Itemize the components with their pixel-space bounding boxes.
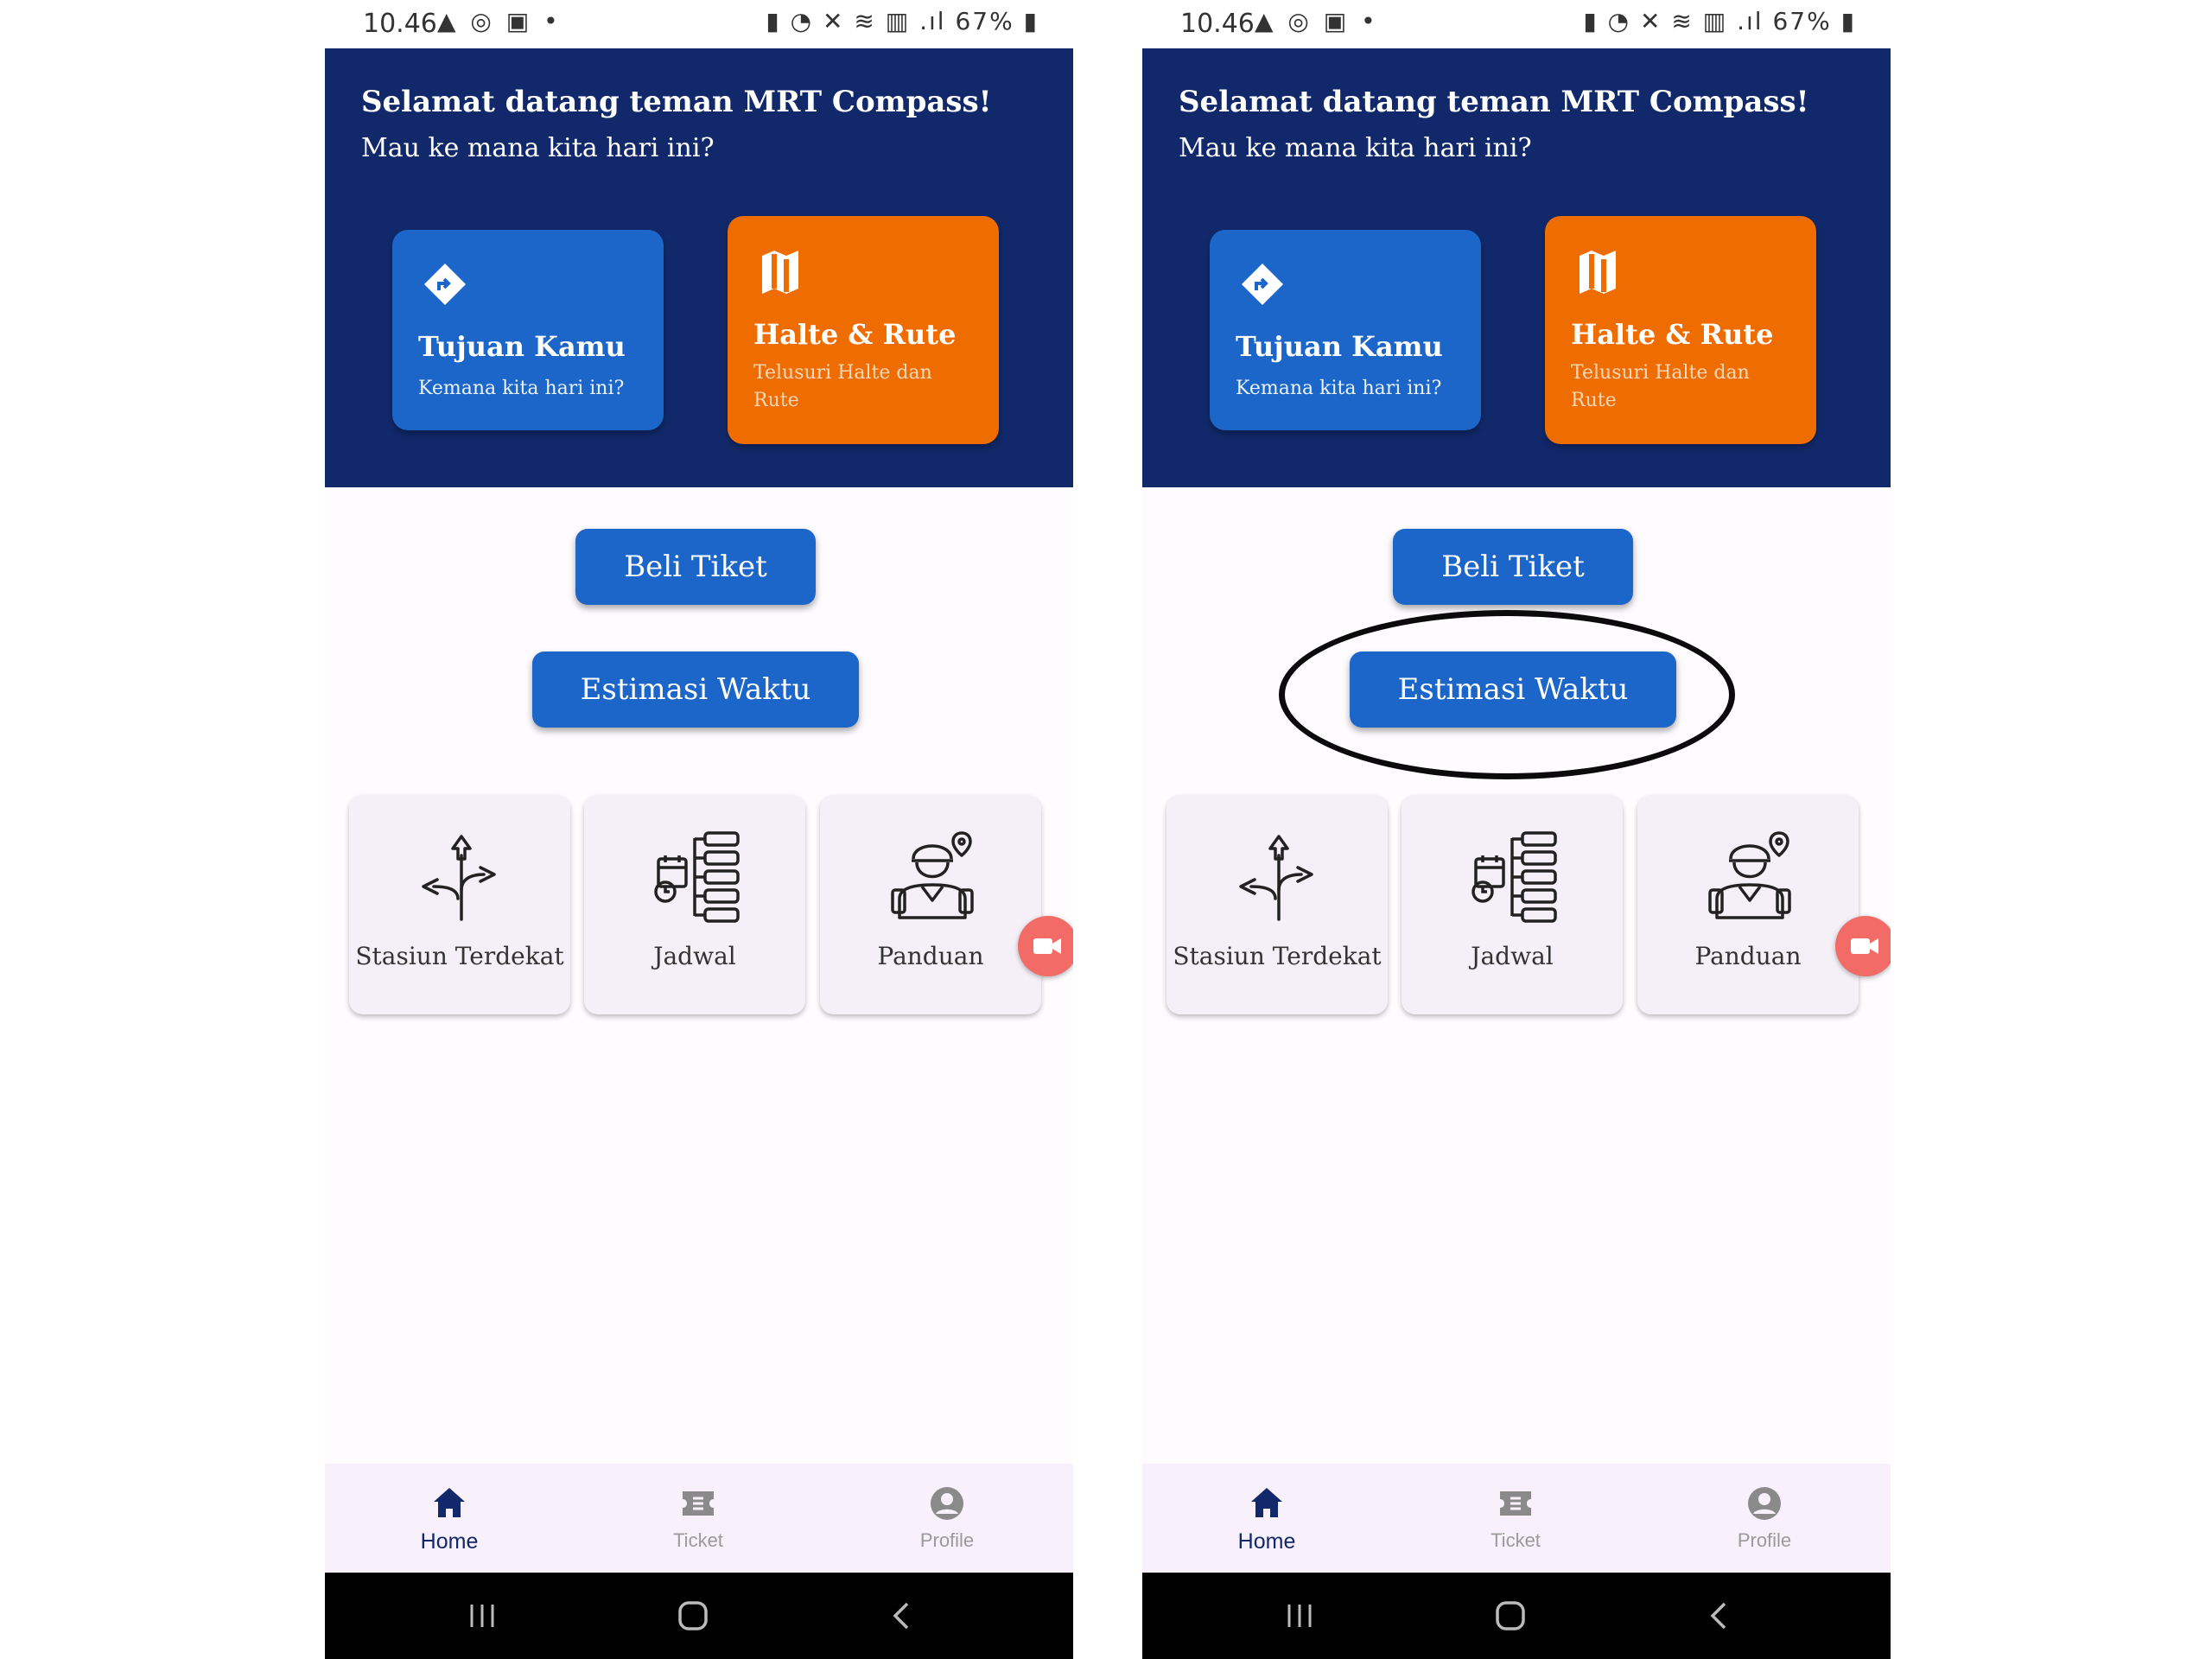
bottom-navigation: Home Ticket Profile: [1142, 1464, 1891, 1573]
tile-label: Panduan: [1694, 942, 1802, 970]
welcome-subtitle: Mau ke mana kita hari ini?: [361, 133, 715, 163]
ticket-icon: [1500, 1491, 1531, 1516]
buy-ticket-button[interactable]: Beli Tiket: [575, 529, 816, 605]
destination-card-title: Tujuan Kamu: [1236, 330, 1443, 363]
nav-ticket[interactable]: Ticket: [620, 1484, 776, 1552]
nav-label: Ticket: [673, 1529, 723, 1551]
tile-guide[interactable]: Panduan: [1637, 795, 1859, 1014]
back-button[interactable]: [1668, 1573, 1771, 1659]
destination-card-subtitle: Kemana kita hari ini?: [418, 378, 625, 399]
tile-nearest-station[interactable]: Stasiun Terdekat: [1166, 795, 1388, 1014]
back-icon: [1710, 1602, 1726, 1630]
schedule-icon: [1471, 831, 1557, 923]
guide-icon: [891, 831, 974, 919]
guide-icon: [1708, 831, 1791, 919]
camera-icon: [1033, 938, 1061, 954]
nav-label: Profile: [919, 1529, 975, 1551]
home-circle-icon: [1496, 1601, 1525, 1630]
routes-card-subtitle: Telusuri Halte dan Rute: [753, 362, 932, 411]
home-circle-icon: [678, 1601, 708, 1630]
nav-profile[interactable]: Profile: [1687, 1484, 1842, 1552]
routes-card-title: Halte & Rute: [753, 318, 957, 351]
tile-label: Jadwal: [1471, 942, 1554, 970]
profile-icon: [931, 1487, 963, 1520]
nav-profile[interactable]: Profile: [869, 1484, 1025, 1552]
floating-camera-button[interactable]: [1835, 916, 1891, 976]
recents-icon: [470, 1605, 494, 1627]
welcome-title: Selamat datang teman MRT Compass!: [1179, 85, 1809, 119]
destination-card-subtitle: Kemana kita hari ini?: [1236, 378, 1442, 399]
status-bar: 10.46 ▲ ◎ ▣ • ▮ ◔ ✕ ≋ ▥ .ıl 67% ▮: [325, 0, 1073, 48]
map-icon: [762, 251, 798, 294]
welcome-header: Selamat datang teman MRT Compass! Mau ke…: [325, 48, 1073, 487]
nav-ticket[interactable]: Ticket: [1438, 1484, 1593, 1552]
directions-icon: [423, 263, 467, 306]
system-navigation-bar: [325, 1573, 1073, 1659]
nav-label: Home: [420, 1529, 479, 1554]
destination-card[interactable]: Tujuan Kamu Kemana kita hari ini?: [392, 230, 664, 430]
status-time: 10.46: [1180, 9, 1255, 39]
home-icon: [434, 1488, 465, 1517]
tile-label: Stasiun Terdekat: [355, 942, 564, 970]
battery-level: 67%: [1772, 7, 1832, 35]
camera-icon: [1851, 938, 1878, 954]
back-button[interactable]: [850, 1573, 954, 1659]
highlight-ellipse-annotation: [1279, 610, 1735, 779]
notification-icons: ▲ ◎ ▣ •: [437, 7, 562, 35]
routes-card-subtitle: Telusuri Halte dan Rute: [1571, 362, 1750, 411]
system-navigation-bar: [1142, 1573, 1891, 1659]
nav-label: Ticket: [1491, 1529, 1541, 1551]
nav-label: Home: [1237, 1529, 1296, 1554]
status-bar: 10.46 ▲ ◎ ▣ • ▮ ◔ ✕ ≋ ▥ .ıl 67% ▮: [1142, 0, 1891, 48]
tile-schedule[interactable]: Jadwal: [1402, 795, 1623, 1014]
directions-icon: [1241, 263, 1284, 306]
status-time: 10.46: [363, 9, 437, 39]
routes-card[interactable]: Halte & Rute Telusuri Halte dan Rute: [728, 216, 999, 444]
buy-ticket-button[interactable]: Beli Tiket: [1393, 529, 1633, 605]
destination-card[interactable]: Tujuan Kamu Kemana kita hari ini?: [1210, 230, 1481, 430]
tile-nearest-station[interactable]: Stasiun Terdekat: [349, 795, 570, 1014]
map-icon: [1580, 251, 1616, 294]
system-status-icons: ▮ ◔ ✕ ≋ ▥ .ıl 67% ▮: [766, 7, 1039, 35]
bottom-navigation: Home Ticket Profile: [325, 1464, 1073, 1573]
tile-label: Jadwal: [653, 942, 736, 970]
recent-apps-button[interactable]: [1248, 1573, 1351, 1659]
destination-card-title: Tujuan Kamu: [418, 330, 626, 363]
routes-card[interactable]: Halte & Rute Telusuri Halte dan Rute: [1545, 216, 1816, 444]
notification-icons: ▲ ◎ ▣ •: [1255, 7, 1379, 35]
ticket-icon: [683, 1491, 714, 1516]
profile-icon: [1748, 1487, 1781, 1520]
home-system-button[interactable]: [1459, 1573, 1562, 1659]
phone-screen-right: 10.46 ▲ ◎ ▣ • ▮ ◔ ✕ ≋ ▥ .ıl 67% ▮ Selama…: [1142, 0, 1891, 1659]
floating-camera-button[interactable]: [1018, 916, 1073, 976]
recent-apps-button[interactable]: [430, 1573, 534, 1659]
estimate-time-button[interactable]: Estimasi Waktu: [532, 652, 859, 728]
schedule-icon: [654, 831, 740, 923]
phone-screen-left: 10.46 ▲ ◎ ▣ • ▮ ◔ ✕ ≋ ▥ .ıl 67% ▮ Selama…: [325, 0, 1073, 1659]
signpost-icon: [1239, 835, 1313, 921]
system-status-icons: ▮ ◔ ✕ ≋ ▥ .ıl 67% ▮: [1583, 7, 1856, 35]
signpost-icon: [422, 835, 496, 921]
tile-schedule[interactable]: Jadwal: [584, 795, 805, 1014]
home-icon: [1251, 1488, 1282, 1517]
nav-home[interactable]: Home: [372, 1484, 527, 1554]
nav-home[interactable]: Home: [1189, 1484, 1344, 1554]
back-icon: [893, 1602, 909, 1630]
home-system-button[interactable]: [641, 1573, 745, 1659]
welcome-title: Selamat datang teman MRT Compass!: [361, 85, 992, 119]
welcome-header: Selamat datang teman MRT Compass! Mau ke…: [1142, 48, 1891, 487]
welcome-subtitle: Mau ke mana kita hari ini?: [1179, 133, 1532, 163]
tile-label: Panduan: [877, 942, 984, 970]
routes-card-title: Halte & Rute: [1571, 318, 1774, 351]
tile-label: Stasiun Terdekat: [1173, 942, 1382, 970]
battery-level: 67%: [955, 7, 1014, 35]
recents-icon: [1287, 1605, 1312, 1627]
tile-guide[interactable]: Panduan: [820, 795, 1041, 1014]
nav-label: Profile: [1737, 1529, 1792, 1551]
